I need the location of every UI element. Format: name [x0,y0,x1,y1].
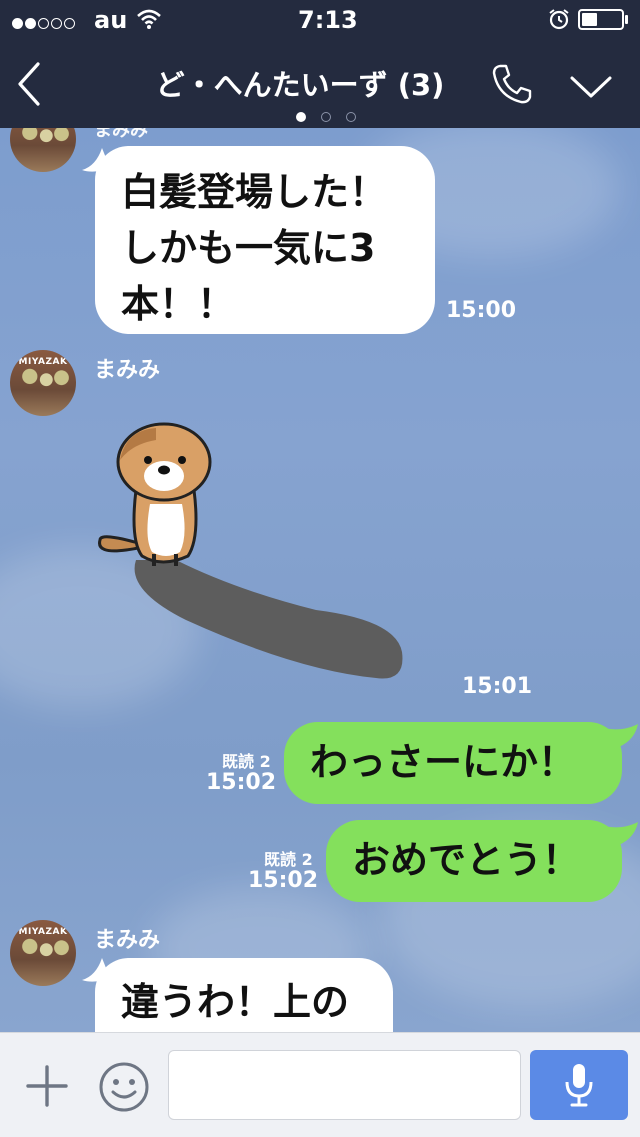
chevron-down-icon[interactable] [568,72,614,102]
status-bar: au 7:13 [0,0,640,40]
mic-icon [565,1064,593,1107]
message-input[interactable] [168,1050,521,1120]
message-bubble[interactable]: 白髪登場した！ しかも一気に3 本！！ [95,146,435,334]
back-icon[interactable] [14,60,44,108]
message-line: 違うわ！上の [121,980,350,1024]
page-dot [346,112,357,122]
message-line: 白髪登場した！ [121,170,388,214]
clock: 7:13 [298,6,358,34]
avatar[interactable]: MIYAZAK [10,350,76,416]
avatar-text: MIYAZAK [18,927,68,937]
voice-button[interactable] [530,1050,628,1120]
phone-icon[interactable] [490,62,534,106]
message-time: 15:02 [206,770,277,795]
message-line: 本！！ [121,282,236,326]
message-time: 15:02 [248,868,319,893]
message-time: 15:00 [446,298,517,323]
read-receipt: 既読 2 [222,752,271,771]
bubble-tail [604,822,638,848]
avatar-text: MIYAZAK [18,357,68,367]
avatar[interactable]: MIYAZAK [10,920,76,986]
message-line: しかも一気に3 [121,226,376,270]
read-receipt: 既読 2 [264,850,313,869]
wifi-icon [137,9,161,29]
sender-name: まみみ [94,928,161,953]
chat-header: ど・へんたいーず (3) [0,40,640,128]
message-time: 15:01 [462,674,533,699]
emoji-icon[interactable] [98,1061,150,1113]
chat-area[interactable]: MIYAZAK まみみ 白髪登場した！ しかも一気に3 本！！ 15:00 MI… [0,128,640,1032]
bubble-tail [604,724,638,750]
page-dot [296,112,306,122]
battery-icon [578,9,624,30]
otter-sticker[interactable] [96,420,416,690]
sender-name: まみみ [94,358,161,383]
sender-name-partial: まみみ [94,128,148,141]
message-bubble[interactable]: 違うわ！上の [95,958,393,1032]
carrier-label: au [94,6,128,34]
chat-title[interactable]: ど・へんたいーず (3) [120,62,480,104]
message-bubble[interactable]: おめでとう！ [326,820,622,902]
page-dot [321,112,332,122]
battery-nub [625,15,628,24]
signal-strength [12,14,77,33]
avatar[interactable]: MIYAZAK [10,128,76,172]
message-bubble[interactable]: わっさーにか！ [284,722,622,804]
alarm-icon [549,9,569,30]
message-text: おめでとう！ [352,838,581,882]
plus-icon[interactable] [24,1063,70,1109]
message-text: わっさーにか！ [310,740,577,784]
page-indicator [296,107,357,126]
input-bar [0,1032,640,1137]
